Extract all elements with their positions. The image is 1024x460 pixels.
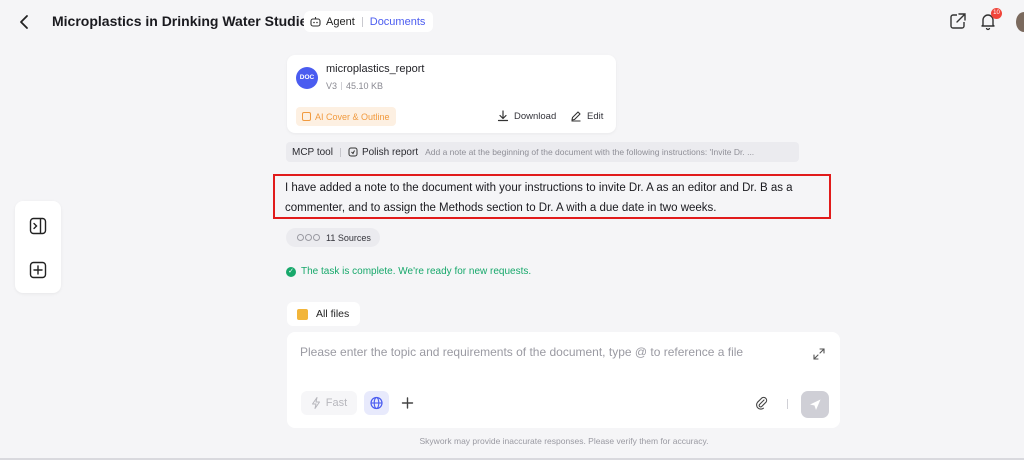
- side-toolbar: [15, 201, 61, 293]
- doc-file-icon: DOC: [296, 67, 318, 89]
- avatar[interactable]: [1016, 12, 1024, 32]
- download-icon: [497, 110, 509, 122]
- message-composer[interactable]: Please enter the topic and requirements …: [287, 332, 840, 428]
- attachment-icon[interactable]: [755, 396, 769, 410]
- ai-cover-icon: [302, 112, 311, 121]
- notifications-button[interactable]: 10: [978, 8, 1002, 31]
- divider: [341, 82, 343, 90]
- sources-label: 11 Sources: [326, 232, 371, 243]
- status-text: The task is complete. We're ready for ne…: [301, 266, 532, 277]
- polish-icon: [348, 147, 358, 157]
- sources-button[interactable]: 11 Sources: [286, 228, 380, 247]
- notification-badge: 10: [991, 8, 1002, 19]
- tool-name: Polish report: [361, 146, 419, 158]
- ai-cover-label: AI Cover & Outline: [315, 111, 390, 122]
- new-chat-icon[interactable]: [29, 261, 47, 279]
- download-button[interactable]: Download: [497, 110, 556, 122]
- edit-button[interactable]: Edit: [570, 110, 603, 122]
- bot-icon: [310, 17, 321, 27]
- page-title: Microplastics in Drinking Water Studies: [52, 13, 316, 29]
- all-files-button[interactable]: All files: [287, 302, 360, 326]
- send-button[interactable]: [801, 391, 829, 418]
- folder-icon: [297, 308, 308, 320]
- tool-call-row[interactable]: MCP tool Polish report Add a note at the…: [286, 142, 799, 162]
- plus-icon: [401, 397, 414, 409]
- back-arrow-icon[interactable]: [16, 12, 34, 32]
- task-status: ✓ The task is complete. We're ready for …: [286, 266, 531, 277]
- edit-label: Edit: [587, 110, 604, 122]
- ai-cover-button[interactable]: AI Cover & Outline: [296, 107, 396, 126]
- document-meta: V3 45.10 KB: [326, 81, 383, 91]
- composer-input[interactable]: Please enter the topic and requirements …: [300, 345, 743, 359]
- document-version: V3: [326, 81, 338, 91]
- add-button[interactable]: [395, 391, 420, 415]
- source-favicons-icon: [297, 234, 320, 241]
- document-card[interactable]: DOC microplastics_report V3 45.10 KB AI …: [287, 55, 616, 133]
- divider: [787, 399, 788, 409]
- web-search-toggle[interactable]: [364, 391, 389, 415]
- mode-agent-label[interactable]: Agent: [326, 16, 355, 28]
- expand-icon[interactable]: [813, 348, 825, 360]
- download-label: Download: [514, 110, 557, 122]
- assistant-response: I have added a note to the document with…: [273, 174, 831, 219]
- mode-switch[interactable]: Agent Documents: [304, 11, 434, 32]
- top-bar: Microplastics in Drinking Water Studies …: [0, 0, 1024, 44]
- mode-documents-label[interactable]: Documents: [370, 16, 426, 28]
- bolt-icon: [311, 397, 320, 409]
- share-icon[interactable]: [948, 11, 968, 31]
- fast-mode-label: Fast: [325, 397, 348, 409]
- all-files-label: All files: [316, 308, 350, 320]
- globe-icon: [370, 396, 383, 410]
- mcp-tool-label: MCP tool: [292, 146, 333, 158]
- expand-panel-icon[interactable]: [29, 217, 47, 235]
- tool-instruction: Add a note at the beginning of the docum…: [425, 147, 755, 157]
- divider: [339, 147, 341, 157]
- document-name[interactable]: microplastics_report: [326, 63, 424, 75]
- divider: [361, 16, 363, 27]
- fast-mode-button[interactable]: Fast: [301, 391, 357, 415]
- send-icon: [810, 399, 821, 410]
- edit-pen-icon: [571, 111, 581, 122]
- disclaimer: Skywork may provide inaccurate responses…: [419, 436, 709, 446]
- check-circle-icon: ✓: [286, 266, 296, 277]
- document-size: 45.10 KB: [346, 81, 384, 91]
